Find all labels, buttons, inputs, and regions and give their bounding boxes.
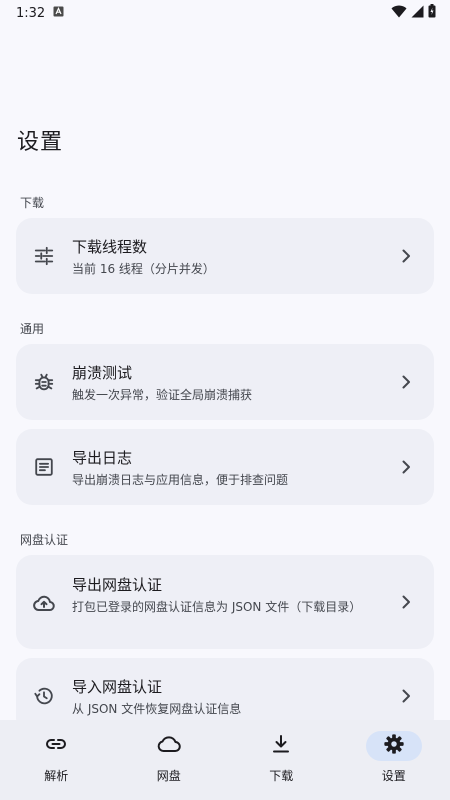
wifi-icon: [391, 5, 407, 22]
setting-title: 导出日志: [72, 449, 133, 467]
chevron-right-icon: [398, 459, 414, 475]
cloud-upload-icon: [32, 591, 56, 615]
bottom-nav: 解析 网盘 下载 设置: [0, 720, 450, 800]
nav-item-cloud[interactable]: 网盘: [113, 720, 226, 800]
signal-icon: [411, 5, 424, 22]
setting-subtitle: 打包已登录的网盘认证信息为 JSON 文件（下载目录）: [72, 600, 362, 614]
nav-label: 解析: [44, 769, 69, 783]
nav-item-parse[interactable]: 解析: [0, 720, 113, 800]
nav-pill: [141, 731, 197, 761]
nav-label: 设置: [381, 769, 406, 783]
setting-export-auth[interactable]: 导出网盘认证 打包已登录的网盘认证信息为 JSON 文件（下载目录）: [16, 555, 434, 649]
cloud-icon: [156, 732, 182, 760]
nav-label: 网盘: [156, 769, 181, 783]
chevron-right-icon: [398, 688, 414, 704]
setting-subtitle: 导出崩溃日志与应用信息，便于排查问题: [72, 473, 289, 487]
gear-icon: [383, 733, 405, 759]
setting-title: 导入网盘认证: [72, 678, 163, 696]
setting-subtitle: 从 JSON 文件恢复网盘认证信息: [72, 702, 242, 716]
section-header-download: 下载: [20, 196, 45, 210]
chevron-right-icon: [398, 248, 414, 264]
setting-crash-test[interactable]: 崩溃测试 触发一次异常，验证全局崩溃捕获: [16, 344, 434, 420]
nav-item-settings[interactable]: 设置: [338, 720, 450, 800]
link-icon: [44, 732, 68, 760]
setting-subtitle: 当前 16 线程（分片并发）: [72, 262, 215, 276]
nav-pill-active: [365, 731, 422, 761]
nav-label: 下载: [269, 769, 294, 783]
section-header-auth: 网盘认证: [20, 533, 69, 547]
download-icon: [269, 732, 293, 760]
notification-icon: [53, 6, 64, 21]
setting-export-logs[interactable]: 导出日志 导出崩溃日志与应用信息，便于排查问题: [16, 429, 434, 505]
status-time: 1:32: [16, 5, 46, 21]
chevron-right-icon: [398, 374, 414, 390]
setting-title: 下载线程数: [72, 238, 148, 256]
nav-item-download[interactable]: 下载: [225, 720, 338, 800]
page-title: 设置: [17, 130, 64, 155]
nav-pill: [28, 731, 84, 761]
article-icon: [32, 455, 56, 479]
chevron-right-icon: [398, 594, 414, 610]
setting-title: 崩溃测试: [72, 364, 133, 382]
restore-icon: [32, 684, 56, 708]
setting-title: 导出网盘认证: [72, 576, 163, 594]
battery-icon: [428, 4, 436, 22]
bug-icon: [32, 370, 56, 394]
section-header-general: 通用: [20, 322, 45, 336]
tune-icon: [32, 244, 56, 268]
setting-subtitle: 触发一次异常，验证全局崩溃捕获: [72, 388, 253, 402]
nav-pill: [253, 731, 309, 761]
status-bar: 1:32: [0, 0, 450, 26]
setting-thread-count[interactable]: 下载线程数 当前 16 线程（分片并发）: [16, 218, 434, 294]
